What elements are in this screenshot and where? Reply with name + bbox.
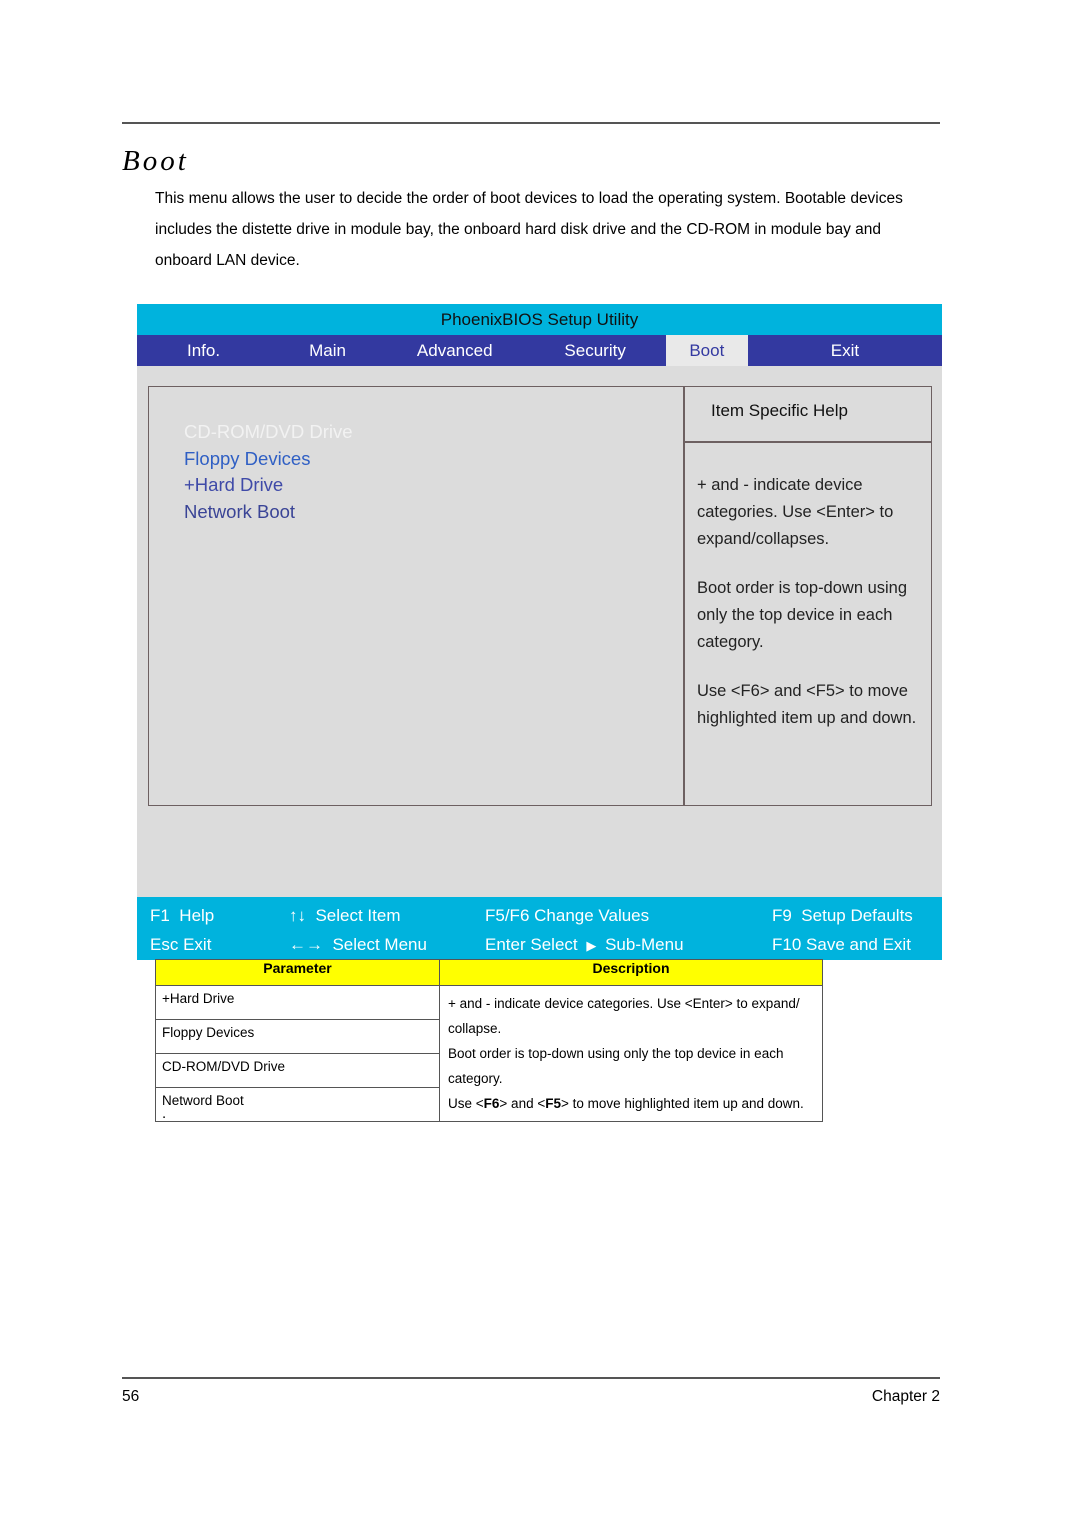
header-description: Description (439, 959, 823, 986)
bios-setup-window: PhoenixBIOS Setup Utility Info. Main Adv… (137, 304, 942, 960)
boot-item-hard-drive[interactable]: +Hard Drive (184, 472, 353, 499)
description-cell: + and - indicate device categories. Use … (439, 985, 823, 1122)
key-f1-label: F1 (150, 905, 170, 925)
boot-device-list: CD-ROM/DVD Drive Floppy Devices +Hard Dr… (184, 419, 353, 525)
table-row: +Hard Drive + and - indicate device cate… (155, 985, 823, 1122)
key-esc-label: Esc (150, 934, 179, 954)
key-exit-action: Exit (183, 934, 212, 954)
key-select-item-action: Select Item (315, 905, 401, 925)
table-header-row: Parameter Description (155, 959, 823, 986)
desc-line-2a: Boot order is top-down using only the to… (448, 1046, 784, 1061)
help-paragraph-categories: + and - indicate device categories. Use … (697, 476, 894, 548)
tab-security[interactable]: Security (524, 335, 665, 366)
key-enter-select-submenu[interactable]: Enter Select ▶ Sub-Menu (485, 935, 684, 955)
desc-line-3a: Use < (448, 1096, 484, 1111)
key-submenu-label: Sub-Menu (605, 934, 684, 954)
up-down-arrow-icon: ↑↓ (289, 905, 306, 925)
key-f9-setup-defaults[interactable]: F9 Setup Defaults (772, 906, 913, 926)
page-bottom-rule (122, 1377, 940, 1379)
left-right-arrow-icon: ←→ (289, 934, 323, 954)
bios-tab-bar: Info. Main Advanced Security Boot Exit (137, 335, 942, 366)
key-save-and-exit-action: Save and Exit (806, 934, 911, 954)
tab-info[interactable]: Info. (137, 335, 270, 366)
tab-main[interactable]: Main (270, 335, 385, 366)
param-hard-drive: +Hard Drive (155, 985, 440, 1020)
key-change-values-action: Change Values (534, 905, 650, 925)
bios-body: CD-ROM/DVD Drive Floppy Devices +Hard Dr… (137, 366, 942, 960)
key-select-action: Select (530, 934, 578, 954)
key-f10-save-and-exit[interactable]: F10 Save and Exit (772, 935, 911, 955)
key-leftright-select-menu[interactable]: ←→ Select Menu (289, 935, 427, 955)
page-top-rule (122, 122, 940, 124)
header-parameter: Parameter (155, 959, 440, 986)
tab-boot[interactable]: Boot (665, 335, 748, 366)
desc-line-2b: category. (448, 1071, 503, 1086)
page-footer: 56 Chapter 2 (122, 1388, 940, 1406)
desc-line-3b: > and < (499, 1096, 546, 1111)
stray-period-mark: . (162, 1105, 167, 1122)
key-setup-defaults-action: Setup Defaults (801, 905, 913, 925)
key-updown-select-item[interactable]: ↑↓ Select Item (289, 906, 401, 926)
key-f10-label: F10 (772, 934, 802, 954)
bios-content-panel: CD-ROM/DVD Drive Floppy Devices +Hard Dr… (148, 386, 932, 806)
panel-vertical-divider (683, 387, 685, 805)
help-paragraph-move-keys: Use <F6> and <F5> to move highlighted it… (697, 682, 917, 727)
desc-key-f5: F5 (545, 1096, 561, 1111)
help-panel-title: Item Specific Help (711, 401, 848, 420)
desc-line-1a: + and - indicate device categories. Use … (448, 996, 800, 1011)
key-enter-label: Enter (485, 934, 526, 954)
help-title-divider (683, 441, 931, 443)
tab-advanced[interactable]: Advanced (385, 335, 524, 366)
parameter-description-table: Parameter Description +Hard Drive + and … (155, 959, 823, 1122)
footer-chapter-label: Chapter 2 (871, 1388, 940, 1405)
function-key-row-1: F1 Help ↑↓ Select Item F5/F6 Change Valu… (137, 900, 942, 931)
param-cdrom-dvd-drive: CD-ROM/DVD Drive (155, 1053, 440, 1088)
sub-menu-arrow-icon: ▶ (586, 937, 597, 953)
desc-key-f6: F6 (483, 1096, 500, 1111)
key-f1-action: Help (179, 905, 215, 925)
key-f1-help[interactable]: F1 Help (150, 906, 214, 926)
boot-item-floppy[interactable]: Floppy Devices (184, 446, 353, 473)
bios-title-bar: PhoenixBIOS Setup Utility (137, 304, 942, 335)
bios-title-text: PhoenixBIOS Setup Utility (440, 309, 639, 329)
page-title: Boot (122, 145, 189, 177)
param-network-boot: Netword Boot (155, 1087, 440, 1122)
bios-function-key-bar: F1 Help ↑↓ Select Item F5/F6 Change Valu… (137, 897, 942, 960)
desc-line-1b: collapse. (448, 1021, 502, 1036)
desc-line-3c: > to move highlighted item up and down. (560, 1096, 804, 1111)
help-paragraph-boot-order: Boot order is top-down using only the to… (697, 579, 908, 651)
function-key-row-2: Esc Exit ←→ Select Menu Enter Select ▶ S… (137, 929, 942, 960)
key-f5-f6-change-values[interactable]: F5/F6 Change Values (485, 906, 649, 926)
key-f9-label: F9 (772, 905, 792, 925)
boot-item-network[interactable]: Network Boot (184, 499, 353, 526)
boot-item-cdrom[interactable]: CD-ROM/DVD Drive (184, 419, 353, 446)
key-select-menu-action: Select Menu (332, 934, 427, 954)
key-f5f6-label: F5/F6 (485, 905, 530, 925)
tab-exit[interactable]: Exit (748, 335, 942, 366)
footer-page-number: 56 (122, 1388, 140, 1405)
key-esc-exit[interactable]: Esc Exit (150, 935, 211, 955)
help-panel-body: + and - indicate device categories. Use … (697, 472, 929, 732)
intro-paragraph: This menu allows the user to decide the … (155, 190, 903, 269)
param-floppy-devices: Floppy Devices (155, 1019, 440, 1054)
